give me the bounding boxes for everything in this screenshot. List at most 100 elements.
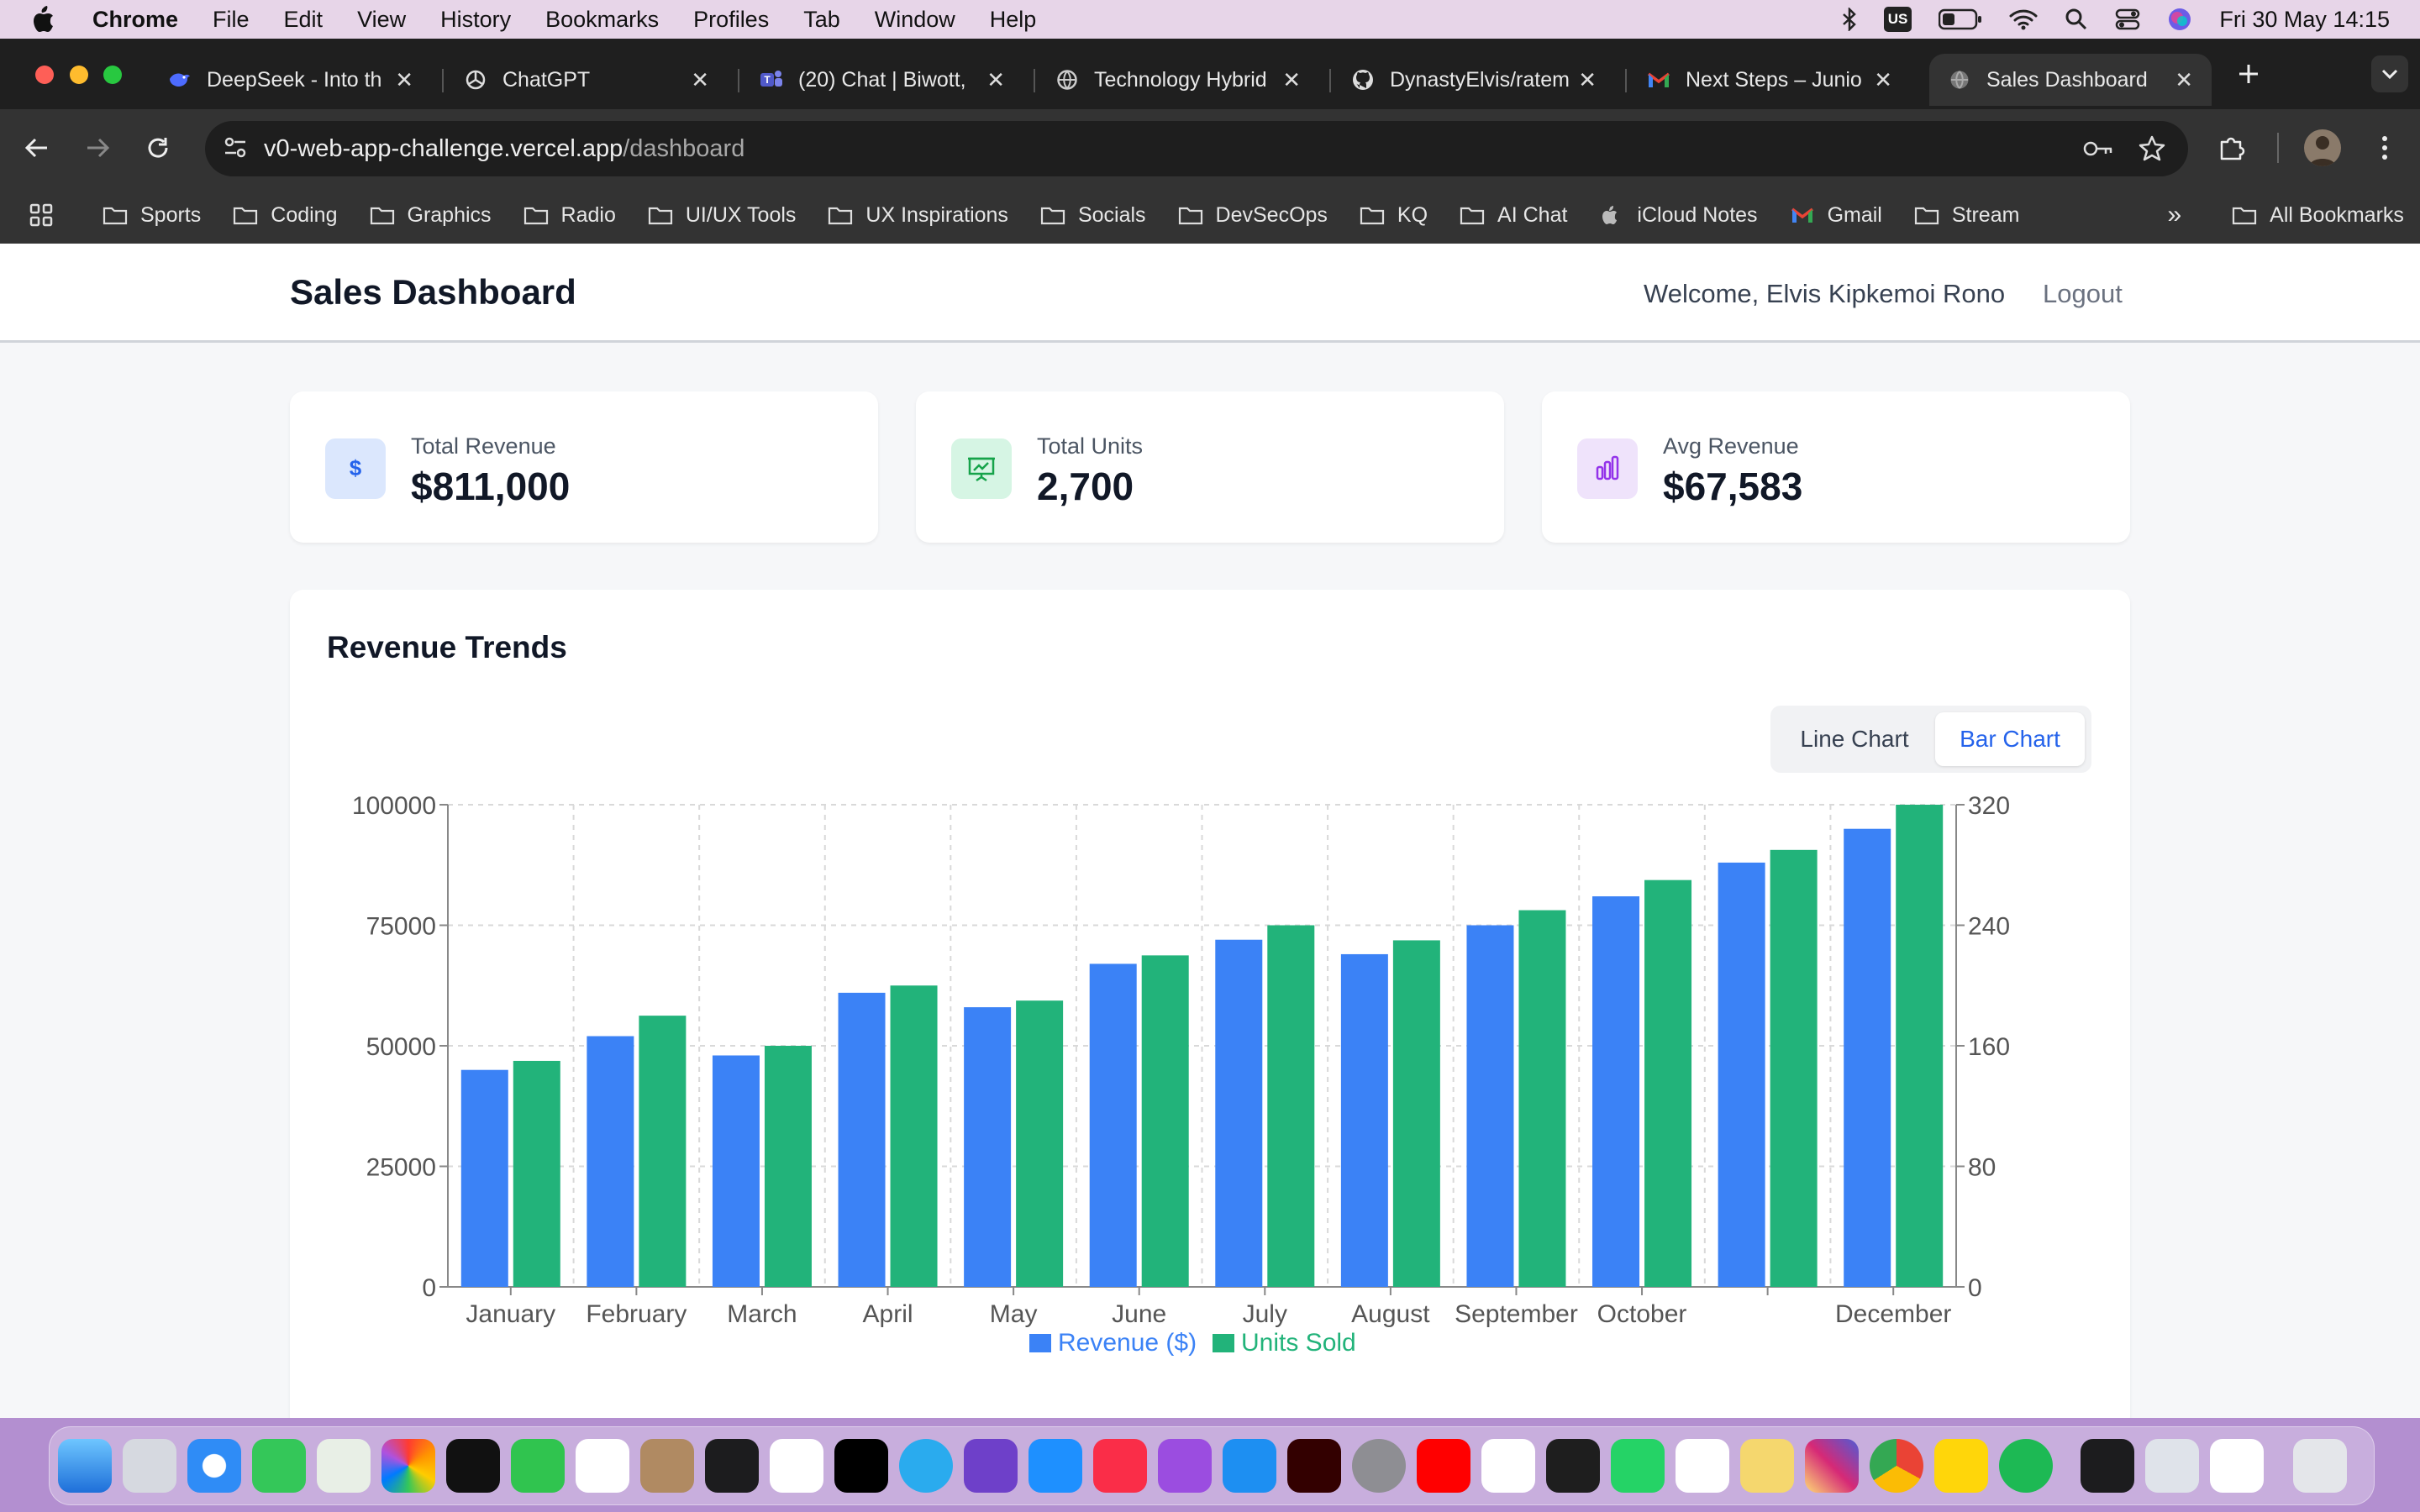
close-tab-icon[interactable]: ✕: [2175, 67, 2193, 93]
tab-deepseek[interactable]: DeepSeek - Into th ✕: [150, 54, 432, 106]
bookmark-star-icon[interactable]: [2138, 134, 2166, 170]
bookmark-icloud-notes[interactable]: iCloud Notes: [1599, 203, 1758, 228]
maximize-window-button[interactable]: [103, 66, 122, 84]
notes-icon[interactable]: [1934, 1439, 1988, 1493]
new-tab-button[interactable]: [2232, 57, 2265, 91]
figma-icon[interactable]: [1546, 1439, 1600, 1493]
control-center-icon[interactable]: [2115, 7, 2140, 32]
close-tab-icon[interactable]: ✕: [691, 67, 709, 93]
youtube-icon[interactable]: [1417, 1439, 1470, 1493]
slack-icon[interactable]: [1676, 1439, 1729, 1493]
whatsapp-icon[interactable]: [1611, 1439, 1665, 1493]
back-button[interactable]: [20, 131, 54, 165]
profile-avatar[interactable]: [2304, 129, 2341, 166]
illustrator-icon[interactable]: [1287, 1439, 1341, 1493]
launchpad-icon[interactable]: [123, 1439, 176, 1493]
vscode-window-icon[interactable]: [2210, 1439, 2264, 1493]
tab-gmail-next-steps[interactable]: Next Steps – Junio ✕: [1628, 54, 1911, 106]
siri-icon[interactable]: [2167, 7, 2192, 32]
bookmark-folder-ux-inspirations[interactable]: UX Inspirations: [828, 203, 1008, 228]
reminders-icon[interactable]: [770, 1439, 823, 1493]
tab-chatgpt[interactable]: ChatGPT ✕: [445, 54, 728, 106]
minimize-window-button[interactable]: [70, 66, 88, 84]
terminal-icon[interactable]: [2081, 1439, 2134, 1493]
close-tab-icon[interactable]: ✕: [395, 67, 413, 93]
bookmark-folder-coding[interactable]: Coding: [233, 203, 338, 228]
chatgpt-app-icon[interactable]: [1740, 1439, 1794, 1493]
activity-monitor-icon[interactable]: [705, 1439, 759, 1493]
menu-file[interactable]: File: [213, 7, 250, 33]
trash-icon[interactable]: [2293, 1439, 2347, 1493]
preview-icon[interactable]: [2145, 1439, 2199, 1493]
apple-tv-icon[interactable]: [834, 1439, 888, 1493]
address-bar[interactable]: v0-web-app-challenge.vercel.app/dashboar…: [205, 121, 2188, 176]
bookmark-folder-socials[interactable]: Socials: [1040, 203, 1146, 228]
bookmark-folder-radio[interactable]: Radio: [523, 203, 616, 228]
photos-icon[interactable]: [381, 1439, 435, 1493]
all-bookmarks-folder[interactable]: All Bookmarks: [2232, 203, 2404, 228]
contacts-icon[interactable]: [640, 1439, 694, 1493]
menu-profiles[interactable]: Profiles: [693, 7, 769, 33]
spotlight-search-icon[interactable]: [2065, 7, 2088, 32]
instagram-icon[interactable]: [1805, 1439, 1859, 1493]
menu-edit[interactable]: Edit: [284, 7, 324, 33]
tab-sales-dashboard[interactable]: Sales Dashboard ✕: [1929, 54, 2212, 106]
extensions-puzzle-icon[interactable]: [2215, 131, 2249, 165]
mail-icon[interactable]: [1028, 1439, 1082, 1493]
menu-bar-clock[interactable]: Fri 30 May 14:15: [2219, 7, 2390, 33]
bookmark-gmail[interactable]: Gmail: [1790, 203, 1882, 228]
menu-chrome[interactable]: Chrome: [92, 7, 178, 33]
telegram-icon[interactable]: [899, 1439, 953, 1493]
menu-view[interactable]: View: [357, 7, 406, 33]
close-tab-icon[interactable]: ✕: [986, 67, 1005, 93]
bookmark-folder-stream[interactable]: Stream: [1914, 203, 2019, 228]
menu-bookmarks[interactable]: Bookmarks: [545, 7, 659, 33]
infuse-icon[interactable]: [446, 1439, 500, 1493]
app-store-icon[interactable]: [1223, 1439, 1276, 1493]
tab-teams-chat[interactable]: T (20) Chat | Biwott, ✕: [741, 54, 1023, 106]
github-desktop-icon[interactable]: [964, 1439, 1018, 1493]
chrome-icon[interactable]: [1870, 1439, 1923, 1493]
bookmark-folder-kq[interactable]: KQ: [1360, 203, 1428, 228]
apple-logo-icon[interactable]: [30, 5, 55, 34]
bookmarks-overflow-chevron-icon[interactable]: »: [2167, 201, 2181, 229]
close-window-button[interactable]: [35, 66, 54, 84]
wifi-icon[interactable]: [2009, 7, 2038, 32]
close-tab-icon[interactable]: ✕: [1874, 67, 1892, 93]
tab-search-chevron-icon[interactable]: [2371, 55, 2408, 92]
password-key-icon[interactable]: [2082, 136, 2114, 168]
tab-technology-hybrid[interactable]: Technology Hybrid ✕: [1037, 54, 1319, 106]
podcasts-icon[interactable]: [1158, 1439, 1212, 1493]
input-source-badge[interactable]: US: [1883, 7, 1912, 32]
bluetooth-icon[interactable]: [1842, 7, 1857, 32]
menu-help[interactable]: Help: [990, 7, 1037, 33]
safari-icon[interactable]: [187, 1439, 241, 1493]
forward-button[interactable]: [81, 131, 114, 165]
music-icon[interactable]: [1093, 1439, 1147, 1493]
bookmark-folder-sports[interactable]: Sports: [103, 203, 201, 228]
menu-tab[interactable]: Tab: [803, 7, 840, 33]
menu-history[interactable]: History: [440, 7, 511, 33]
vscode-icon[interactable]: [1481, 1439, 1535, 1493]
chrome-menu-icon[interactable]: [2368, 131, 2402, 165]
maps-icon[interactable]: [317, 1439, 371, 1493]
reload-button[interactable]: [141, 131, 175, 165]
spotify-icon[interactable]: [1999, 1439, 2053, 1493]
menu-window[interactable]: Window: [875, 7, 955, 33]
apps-grid-icon[interactable]: [29, 202, 54, 228]
site-settings-icon[interactable]: [222, 134, 249, 168]
system-settings-icon[interactable]: [1352, 1439, 1406, 1493]
tab-github[interactable]: DynastyElvis/ratem ✕: [1333, 54, 1615, 106]
close-tab-icon[interactable]: ✕: [1578, 67, 1597, 93]
bookmark-folder-uiux-tools[interactable]: UI/UX Tools: [648, 203, 796, 228]
bookmark-folder-devsecops[interactable]: DevSecOps: [1178, 203, 1328, 228]
finder-icon[interactable]: [58, 1439, 112, 1493]
close-tab-icon[interactable]: ✕: [1282, 67, 1301, 93]
bookmark-folder-ai-chat[interactable]: AI Chat: [1460, 203, 1567, 228]
logout-button[interactable]: Logout: [2043, 279, 2123, 309]
battery-icon[interactable]: [1939, 7, 1982, 32]
facetime-icon[interactable]: [511, 1439, 565, 1493]
calendar-icon[interactable]: [576, 1439, 629, 1493]
bookmark-folder-graphics[interactable]: Graphics: [370, 203, 492, 228]
messages-icon[interactable]: [252, 1439, 306, 1493]
